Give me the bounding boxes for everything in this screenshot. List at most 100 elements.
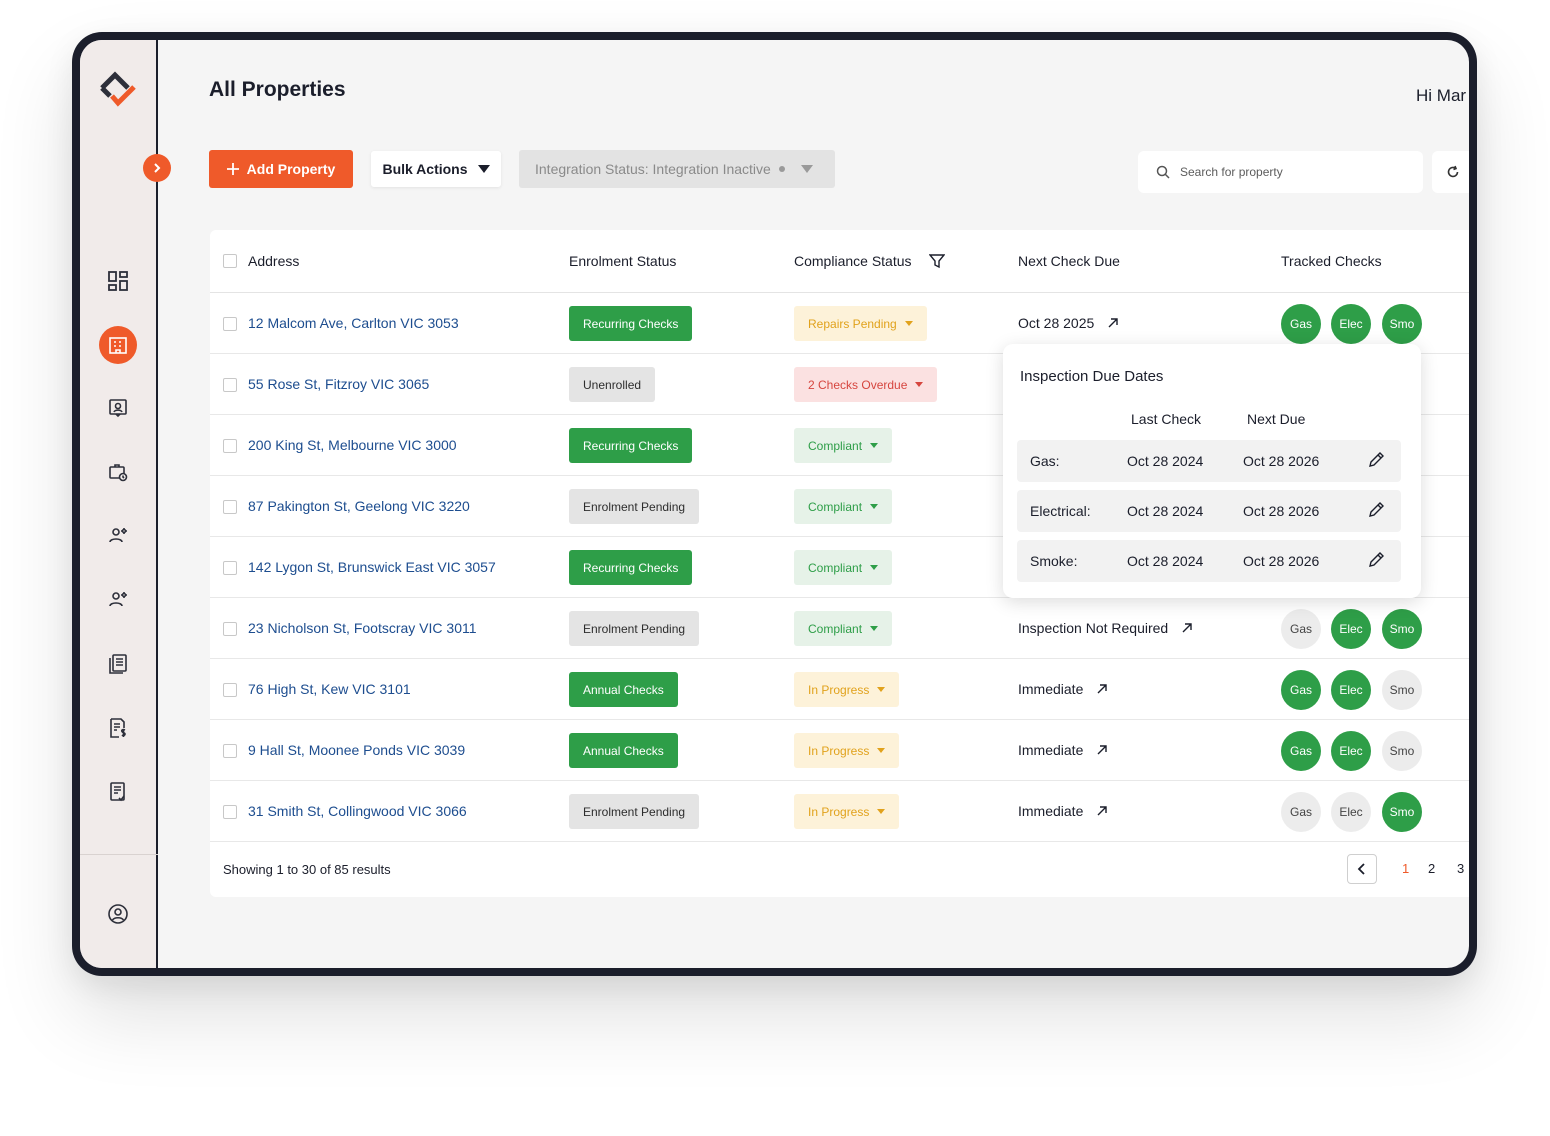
compliance-status-dropdown[interactable]: Compliant <box>794 611 893 646</box>
compliance-label: 2 Checks Overdue <box>808 377 908 392</box>
row-checkbox[interactable] <box>223 561 237 575</box>
sidebar <box>80 40 158 968</box>
arrow-up-right-icon[interactable] <box>1108 318 1118 328</box>
smoke-check-indicator[interactable]: Smo <box>1382 792 1422 832</box>
properties-icon[interactable] <box>99 326 137 364</box>
header-enrolment[interactable]: Enrolment Status <box>569 253 676 269</box>
property-address-link[interactable]: 55 Rose St, Fitzroy VIC 3065 <box>248 376 429 392</box>
filter-icon[interactable] <box>929 253 945 269</box>
arrow-up-right-icon[interactable] <box>1097 745 1108 755</box>
reports-icon[interactable] <box>99 645 137 683</box>
row-checkbox[interactable] <box>223 378 237 392</box>
enrolment-badge: Recurring Checks <box>569 428 693 463</box>
search-icon <box>1156 165 1170 179</box>
arrow-up-right-icon[interactable] <box>1097 684 1108 694</box>
property-address-link[interactable]: 142 Lygon St, Brunswick East VIC 3057 <box>248 559 496 575</box>
table-row[interactable]: 31 Smith St, Collingwood VIC 3066 Enrolm… <box>210 781 1469 842</box>
compliance-status-dropdown[interactable]: In Progress <box>794 733 900 768</box>
compliance-status-dropdown[interactable]: In Progress <box>794 794 900 829</box>
elec-check-indicator[interactable]: Elec <box>1331 670 1371 710</box>
row-checkbox[interactable] <box>223 622 237 636</box>
compliance-status-dropdown[interactable]: Compliant <box>794 550 893 585</box>
compliance-status-dropdown[interactable]: Repairs Pending <box>794 306 927 341</box>
page-2-link[interactable]: 2 <box>1428 861 1435 876</box>
row-checkbox[interactable] <box>223 805 237 819</box>
row-checkbox[interactable] <box>223 317 237 331</box>
smoke-check-indicator[interactable]: Smo <box>1382 609 1422 649</box>
page-1-link[interactable]: 1 <box>1402 861 1409 876</box>
compliance-label: In Progress <box>808 743 870 758</box>
integration-status-dropdown[interactable]: Integration Status: Integration Inactive <box>519 150 835 188</box>
jobs-icon[interactable] <box>99 453 137 491</box>
arrow-up-right-icon[interactable] <box>1182 623 1192 633</box>
profile-icon[interactable] <box>99 895 137 933</box>
gas-due-row: Gas: Oct 28 2024 Oct 28 2026 <box>1017 440 1401 482</box>
compliance-label: In Progress <box>808 804 870 819</box>
pencil-icon[interactable] <box>1367 451 1385 469</box>
property-address-link[interactable]: 23 Nicholson St, Footscray VIC 3011 <box>248 620 477 636</box>
property-address-link[interactable]: 31 Smith St, Collingwood VIC 3066 <box>248 803 467 819</box>
pencil-icon[interactable] <box>1367 551 1385 569</box>
row-checkbox[interactable] <box>223 439 237 453</box>
app-logo <box>100 71 136 107</box>
elec-check-indicator[interactable]: Elec <box>1331 792 1371 832</box>
results-count: Showing 1 to 30 of 85 results <box>223 862 391 877</box>
smoke-check-indicator[interactable]: Smo <box>1382 670 1422 710</box>
property-address-link[interactable]: 87 Pakington St, Geelong VIC 3220 <box>248 498 470 514</box>
elec-check-indicator[interactable]: Elec <box>1331 731 1371 771</box>
next-due-header: Next Due <box>1247 411 1306 427</box>
invoices-icon[interactable] <box>99 709 137 747</box>
table-row[interactable]: 76 High St, Kew VIC 3101 Annual Checks I… <box>210 659 1469 720</box>
table-row[interactable]: 23 Nicholson St, Footscray VIC 3011 Enro… <box>210 598 1469 659</box>
prev-page-button[interactable] <box>1347 854 1377 884</box>
header-address[interactable]: Address <box>248 253 299 269</box>
header-tracked-checks[interactable]: Tracked Checks <box>1281 253 1382 269</box>
gas-check-indicator[interactable]: Gas <box>1281 670 1321 710</box>
arrow-up-right-icon[interactable] <box>1097 806 1108 816</box>
property-address-link[interactable]: 9 Hall St, Moonee Ponds VIC 3039 <box>248 742 465 758</box>
page-3-link[interactable]: 3 <box>1457 861 1464 876</box>
add-property-button[interactable]: Add Property <box>209 150 353 188</box>
gas-check-indicator[interactable]: Gas <box>1281 792 1321 832</box>
sidebar-expand-button[interactable] <box>143 154 171 182</box>
dashboard-icon[interactable] <box>99 262 137 300</box>
contacts-icon[interactable] <box>99 389 137 427</box>
elec-check-indicator[interactable]: Elec <box>1331 304 1371 344</box>
compliance-label: Repairs Pending <box>808 316 897 331</box>
smoke-check-indicator[interactable]: Smo <box>1382 731 1422 771</box>
row-checkbox[interactable] <box>223 500 237 514</box>
next-due-date: Oct 28 2026 <box>1243 503 1320 519</box>
agents-icon[interactable] <box>99 581 137 619</box>
last-check-date: Oct 28 2024 <box>1127 553 1204 569</box>
property-address-link[interactable]: 200 King St, Melbourne VIC 3000 <box>248 437 457 453</box>
row-checkbox[interactable] <box>223 744 237 758</box>
compliance-status-dropdown[interactable]: In Progress <box>794 672 900 707</box>
search-field[interactable]: Search for property <box>1138 151 1423 193</box>
refresh-button[interactable] <box>1432 151 1469 193</box>
last-check-header: Last Check <box>1131 411 1202 427</box>
row-checkbox[interactable] <box>223 683 237 697</box>
header-compliance[interactable]: Compliance Status <box>794 253 912 269</box>
documents-icon[interactable] <box>99 773 137 811</box>
table-row[interactable]: 9 Hall St, Moonee Ponds VIC 3039 Annual … <box>210 720 1469 781</box>
main-content: All Properties Hi Mar Add Property Bulk … <box>160 40 1469 968</box>
compliance-status-dropdown[interactable]: Compliant <box>794 428 893 463</box>
compliance-status-dropdown[interactable]: 2 Checks Overdue <box>794 367 938 402</box>
technicians-icon[interactable] <box>99 517 137 555</box>
enrolment-badge: Enrolment Pending <box>569 794 700 829</box>
compliance-status-dropdown[interactable]: Compliant <box>794 489 893 524</box>
elec-check-indicator[interactable]: Elec <box>1331 609 1371 649</box>
inspection-due-dates-popover: Inspection Due Dates Last Check Next Due… <box>1003 344 1421 598</box>
search-input[interactable]: Search for property <box>1180 165 1283 179</box>
pencil-icon[interactable] <box>1367 501 1385 519</box>
property-address-link[interactable]: 12 Malcom Ave, Carlton VIC 3053 <box>248 315 459 331</box>
plus-icon <box>226 163 239 175</box>
property-address-link[interactable]: 76 High St, Kew VIC 3101 <box>248 681 411 697</box>
header-next-check[interactable]: Next Check Due <box>1018 253 1120 269</box>
select-all-checkbox[interactable] <box>223 254 237 268</box>
gas-check-indicator[interactable]: Gas <box>1281 731 1321 771</box>
gas-check-indicator[interactable]: Gas <box>1281 304 1321 344</box>
smoke-check-indicator[interactable]: Smo <box>1382 304 1422 344</box>
gas-check-indicator[interactable]: Gas <box>1281 609 1321 649</box>
bulk-actions-dropdown[interactable]: Bulk Actions <box>371 151 501 187</box>
